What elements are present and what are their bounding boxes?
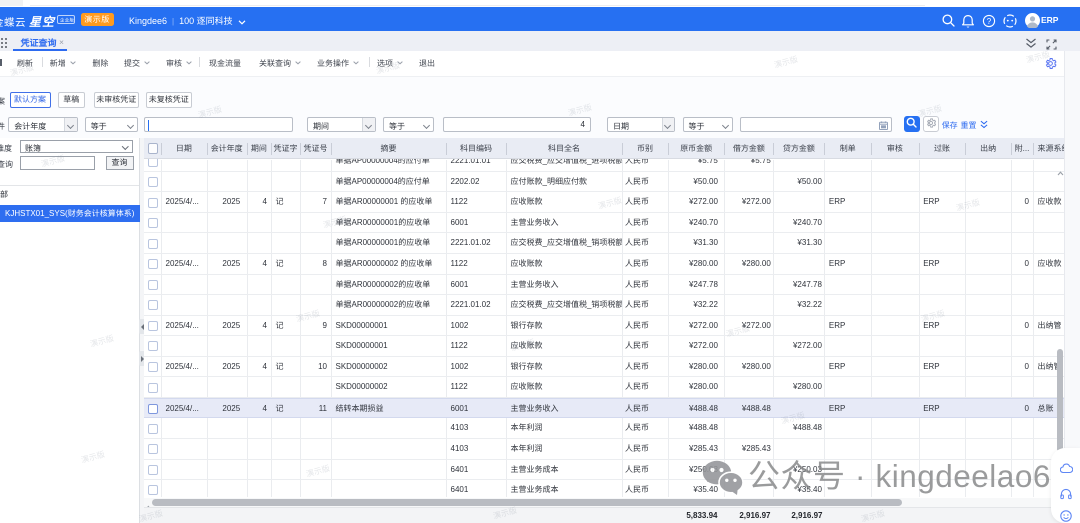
svg-text:?: ? <box>986 17 991 26</box>
